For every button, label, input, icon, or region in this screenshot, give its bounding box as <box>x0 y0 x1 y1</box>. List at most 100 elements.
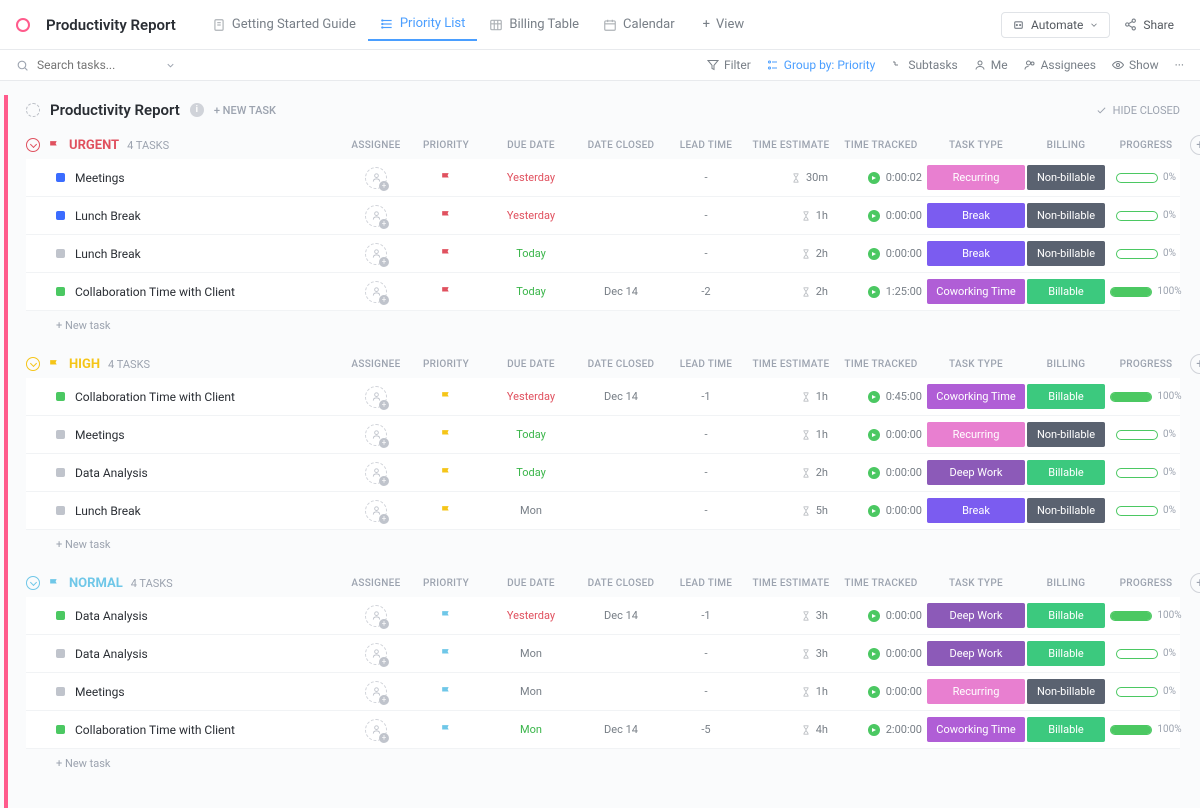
status-circle-icon[interactable] <box>26 103 40 117</box>
task-row[interactable]: Collaboration Time with ClientMonDec 14-… <box>26 711 1180 749</box>
share-button[interactable]: Share <box>1114 13 1184 37</box>
due-date-cell[interactable]: Today <box>486 466 576 479</box>
play-icon[interactable] <box>868 467 880 479</box>
priority-cell[interactable] <box>406 466 486 479</box>
progress-cell[interactable]: 100% <box>1106 286 1186 297</box>
time-tracked-cell[interactable]: 0:00:00 <box>836 428 926 441</box>
billing-tag[interactable]: Billable <box>1027 384 1105 409</box>
status-square-icon[interactable] <box>56 249 65 258</box>
status-square-icon[interactable] <box>56 468 65 477</box>
task-type-tag[interactable]: Recurring <box>927 165 1025 190</box>
collapse-icon[interactable] <box>26 357 40 371</box>
due-date-cell[interactable]: Today <box>486 247 576 260</box>
add-column-button[interactable]: + <box>1190 573 1200 593</box>
time-estimate-cell[interactable]: 30m <box>746 171 836 184</box>
column-header[interactable]: PROGRESS <box>1106 359 1186 370</box>
column-header[interactable]: TIME TRACKED <box>836 578 926 589</box>
billing-tag[interactable]: Billable <box>1027 460 1105 485</box>
time-tracked-cell[interactable]: 0:00:02 <box>836 171 926 184</box>
column-header[interactable]: TASK TYPE <box>926 359 1026 370</box>
assignee-add-button[interactable] <box>365 167 387 189</box>
column-header[interactable]: ASSIGNEE <box>346 578 406 589</box>
task-type-tag[interactable]: Coworking Time <box>927 717 1025 742</box>
column-header[interactable]: DUE DATE <box>486 140 576 151</box>
assignee-add-button[interactable] <box>365 281 387 303</box>
billing-tag[interactable]: Non-billable <box>1027 498 1105 523</box>
time-tracked-cell[interactable]: 0:00:00 <box>836 685 926 698</box>
status-square-icon[interactable] <box>56 211 65 220</box>
me-button[interactable]: Me <box>974 58 1008 72</box>
more-button[interactable]: ··· <box>1175 58 1184 72</box>
priority-cell[interactable] <box>406 504 486 517</box>
time-estimate-cell[interactable]: 3h <box>746 647 836 660</box>
column-header[interactable]: TIME ESTIMATE <box>746 578 836 589</box>
progress-cell[interactable]: 0% <box>1106 467 1186 478</box>
assignee-add-button[interactable] <box>365 643 387 665</box>
billing-tag[interactable]: Billable <box>1027 603 1105 628</box>
due-date-cell[interactable]: Today <box>486 428 576 441</box>
billing-tag[interactable]: Billable <box>1027 717 1105 742</box>
time-tracked-cell[interactable]: 0:00:00 <box>836 504 926 517</box>
status-square-icon[interactable] <box>56 687 65 696</box>
play-icon[interactable] <box>868 286 880 298</box>
progress-cell[interactable]: 100% <box>1106 610 1186 621</box>
time-estimate-cell[interactable]: 1h <box>746 685 836 698</box>
column-header[interactable]: LEAD TIME <box>666 359 746 370</box>
play-icon[interactable] <box>868 686 880 698</box>
column-header[interactable]: PROGRESS <box>1106 140 1186 151</box>
column-header[interactable]: TIME ESTIMATE <box>746 140 836 151</box>
status-square-icon[interactable] <box>56 287 65 296</box>
assignee-add-button[interactable] <box>365 386 387 408</box>
play-icon[interactable] <box>868 210 880 222</box>
priority-cell[interactable] <box>406 171 486 184</box>
time-tracked-cell[interactable]: 0:45:00 <box>836 390 926 403</box>
task-type-tag[interactable]: Break <box>927 498 1025 523</box>
play-icon[interactable] <box>868 248 880 260</box>
assignee-add-button[interactable] <box>365 605 387 627</box>
task-type-tag[interactable]: Coworking Time <box>927 279 1025 304</box>
progress-cell[interactable]: 0% <box>1106 248 1186 259</box>
status-square-icon[interactable] <box>56 506 65 515</box>
status-square-icon[interactable] <box>56 173 65 182</box>
time-tracked-cell[interactable]: 0:00:00 <box>836 609 926 622</box>
time-tracked-cell[interactable]: 0:00:00 <box>836 466 926 479</box>
time-tracked-cell[interactable]: 0:00:00 <box>836 247 926 260</box>
progress-cell[interactable]: 0% <box>1106 210 1186 221</box>
search-input[interactable] <box>37 58 157 72</box>
add-column-button[interactable]: + <box>1190 354 1200 374</box>
column-header[interactable]: DUE DATE <box>486 578 576 589</box>
billing-tag[interactable]: Billable <box>1027 641 1105 666</box>
status-square-icon[interactable] <box>56 392 65 401</box>
task-type-tag[interactable]: Break <box>927 203 1025 228</box>
status-square-icon[interactable] <box>56 649 65 658</box>
column-header[interactable]: PRIORITY <box>406 359 486 370</box>
priority-cell[interactable] <box>406 428 486 441</box>
task-row[interactable]: MeetingsYesterday-30m0:00:02RecurringNon… <box>26 159 1180 197</box>
time-tracked-cell[interactable]: 0:00:00 <box>836 647 926 660</box>
assignee-add-button[interactable] <box>365 243 387 265</box>
automate-button[interactable]: Automate <box>1001 12 1110 38</box>
priority-cell[interactable] <box>406 209 486 222</box>
progress-cell[interactable]: 100% <box>1106 391 1186 402</box>
priority-cell[interactable] <box>406 390 486 403</box>
new-task-row[interactable]: + New task <box>26 311 1180 332</box>
task-type-tag[interactable]: Deep Work <box>927 603 1025 628</box>
add-column-button[interactable]: + <box>1190 135 1200 155</box>
tab-getting-started-guide[interactable]: Getting Started Guide <box>200 8 368 41</box>
assignee-add-button[interactable] <box>365 205 387 227</box>
column-header[interactable]: LEAD TIME <box>666 578 746 589</box>
status-square-icon[interactable] <box>56 611 65 620</box>
progress-cell[interactable]: 0% <box>1106 648 1186 659</box>
column-header[interactable]: ASSIGNEE <box>346 359 406 370</box>
due-date-cell[interactable]: Yesterday <box>486 609 576 622</box>
collapse-icon[interactable] <box>26 138 40 152</box>
task-type-tag[interactable]: Recurring <box>927 422 1025 447</box>
priority-cell[interactable] <box>406 247 486 260</box>
priority-cell[interactable] <box>406 285 486 298</box>
due-date-cell[interactable]: Yesterday <box>486 390 576 403</box>
assignee-add-button[interactable] <box>365 500 387 522</box>
column-header[interactable]: DATE CLOSED <box>576 578 666 589</box>
priority-cell[interactable] <box>406 609 486 622</box>
collapse-icon[interactable] <box>26 576 40 590</box>
progress-cell[interactable]: 0% <box>1106 172 1186 183</box>
